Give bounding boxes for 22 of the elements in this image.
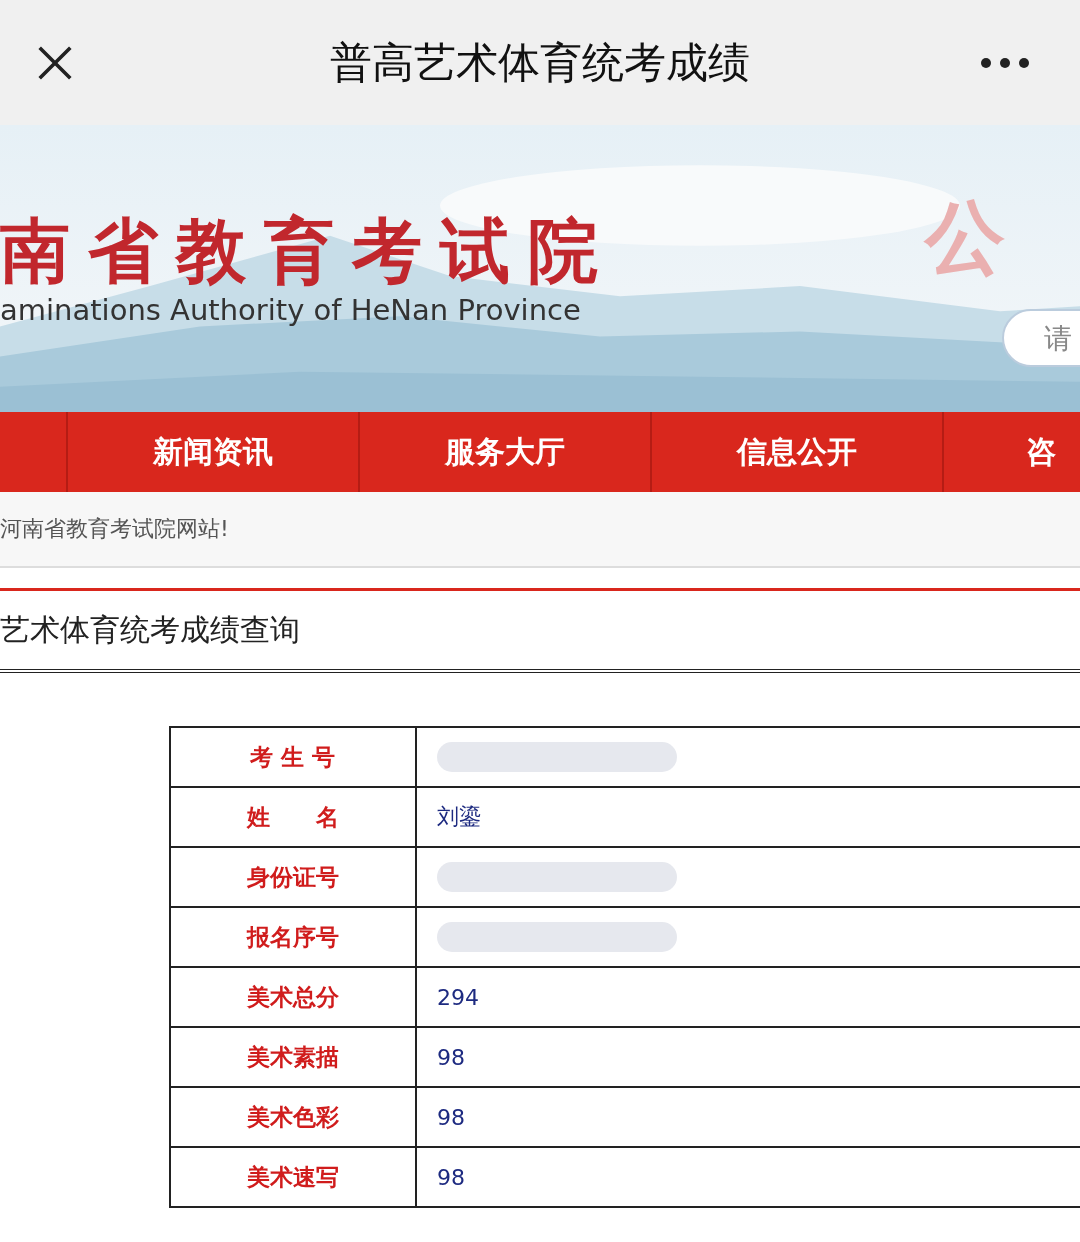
close-icon[interactable] [37,44,73,81]
table-cell: 98 [437,1104,465,1130]
table-cell: 刘鎏 [437,804,481,829]
table-cell: 98 [437,1044,465,1070]
table-cell: 报名序号 [170,907,416,967]
banner-subtitle: aminations Authority of HeNan Province [0,293,581,327]
table-cell: 美术素描 [170,1027,416,1087]
page-heading: 艺术体育统考成绩查询 [0,610,300,649]
table-cell: 美术色彩 [170,1087,416,1147]
table-cell: 姓 名 [170,787,416,847]
table-cell: 98 [437,1164,465,1190]
notice-text: 河南省教育考试院网站! [0,515,229,543]
banner-title: 南省教育考试院 [0,208,616,294]
window-title: 普高艺术体育统考成绩 [329,36,751,89]
table-cell: 美术速写 [170,1147,416,1207]
table-cell: 294 [437,984,479,1010]
table-cell: 考 生 号 [170,727,416,787]
table-cell: 身份证号 [170,847,416,907]
table-cell: 美术总分 [170,967,416,1027]
search-field[interactable]: 请 [1002,309,1080,367]
more-icon[interactable] [980,56,1030,69]
slogan-text: 公 [925,190,1005,286]
